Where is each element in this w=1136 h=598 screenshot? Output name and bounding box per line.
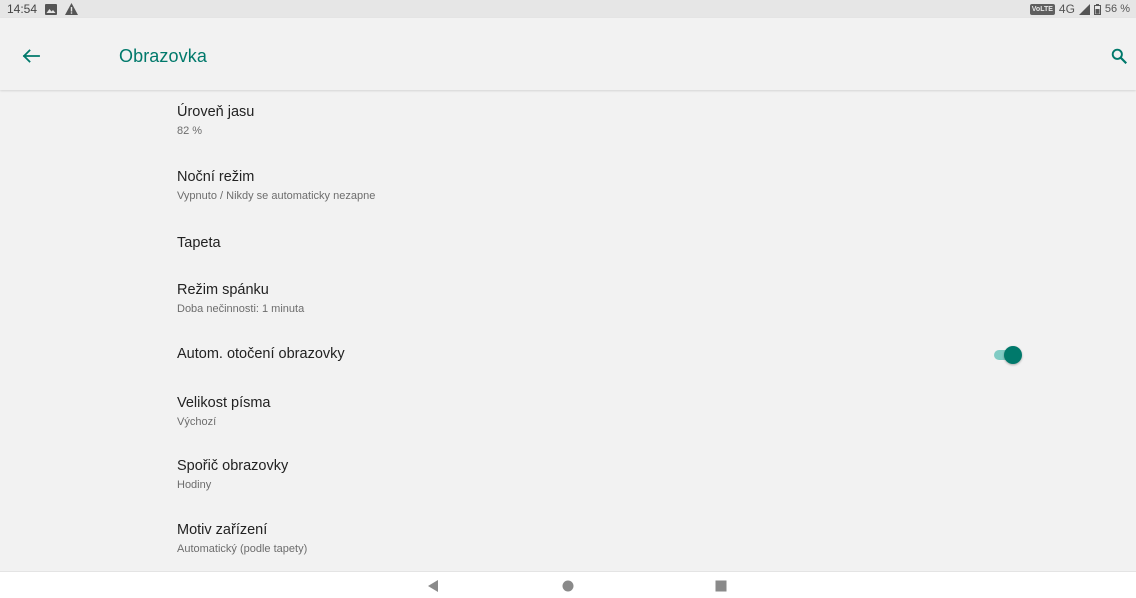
nav-back-button[interactable] <box>413 572 453 598</box>
image-notification-icon <box>45 3 58 15</box>
network-type: 4G <box>1058 2 1075 16</box>
nav-home-button[interactable] <box>548 572 588 598</box>
pref-title: Tapeta <box>177 235 221 251</box>
pref-title: Noční režim <box>177 169 255 185</box>
search-icon <box>1111 48 1128 65</box>
arrow-left-icon <box>22 49 40 63</box>
pref-summary: Automatický (podle tapety) <box>177 543 308 555</box>
auto-rotate-toggle[interactable] <box>994 346 1022 364</box>
pref-title: Autom. otočení obrazovky <box>177 346 345 362</box>
pref-summary: Hodiny <box>177 479 212 491</box>
toggle-thumb <box>1004 346 1022 364</box>
triangle-back-icon <box>428 579 438 592</box>
status-time: 14:54 <box>7 2 38 16</box>
pref-screen-saver[interactable]: Spořič obrazovky Hodiny <box>0 444 1136 508</box>
pref-summary: 82 % <box>177 125 203 137</box>
nav-recent-apps-button[interactable] <box>701 572 741 598</box>
status-bar: 14:54 VoLTE 4G 56 % <box>0 0 1136 18</box>
pref-title: Spořič obrazovky <box>177 458 289 474</box>
volte-badge: VoLTE <box>1029 3 1055 15</box>
pref-title: Úroveň jasu <box>177 104 255 120</box>
pref-device-theme[interactable]: Motiv zařízení Automatický (podle tapety… <box>0 508 1136 570</box>
pref-title: Motiv zařízení <box>177 522 268 538</box>
pref-brightness-level[interactable]: Úroveň jasu 82 % <box>0 92 1136 156</box>
pref-title: Režim spánku <box>177 282 269 298</box>
pref-sleep-mode[interactable]: Režim spánku Doba nečinnosti: 1 minuta <box>0 268 1136 332</box>
status-right: VoLTE 4G 56 % <box>1029 2 1130 16</box>
screen: 14:54 VoLTE 4G 56 % Obrazovka Úroveň jas… <box>0 0 1136 598</box>
warning-icon <box>65 3 79 15</box>
pref-summary: Vypnuto / Nikdy se automaticky nezapne <box>177 190 376 202</box>
pref-title: Velikost písma <box>177 395 271 411</box>
app-bar: Obrazovka <box>0 18 1136 90</box>
battery-icon <box>1093 3 1101 15</box>
pref-font-size[interactable]: Velikost písma Výchozí <box>0 380 1136 444</box>
pref-summary: Doba nečinnosti: 1 minuta <box>177 303 305 315</box>
page-title: Obrazovka <box>119 46 207 66</box>
search-button[interactable] <box>1111 48 1128 65</box>
square-recent-icon <box>715 580 727 591</box>
pref-night-mode[interactable]: Noční režim Vypnuto / Nikdy se automatic… <box>0 156 1136 220</box>
signal-icon <box>1078 3 1090 15</box>
pref-summary: Výchozí <box>177 416 217 428</box>
battery-level: 56 % <box>1104 3 1130 15</box>
circle-home-icon <box>562 580 574 591</box>
pref-auto-rotate[interactable]: Autom. otočení obrazovky <box>0 332 1136 380</box>
back-button[interactable] <box>22 49 40 63</box>
status-left: 14:54 <box>7 2 79 16</box>
pref-wallpaper[interactable]: Tapeta <box>0 220 1136 268</box>
navigation-bar <box>0 571 1136 598</box>
